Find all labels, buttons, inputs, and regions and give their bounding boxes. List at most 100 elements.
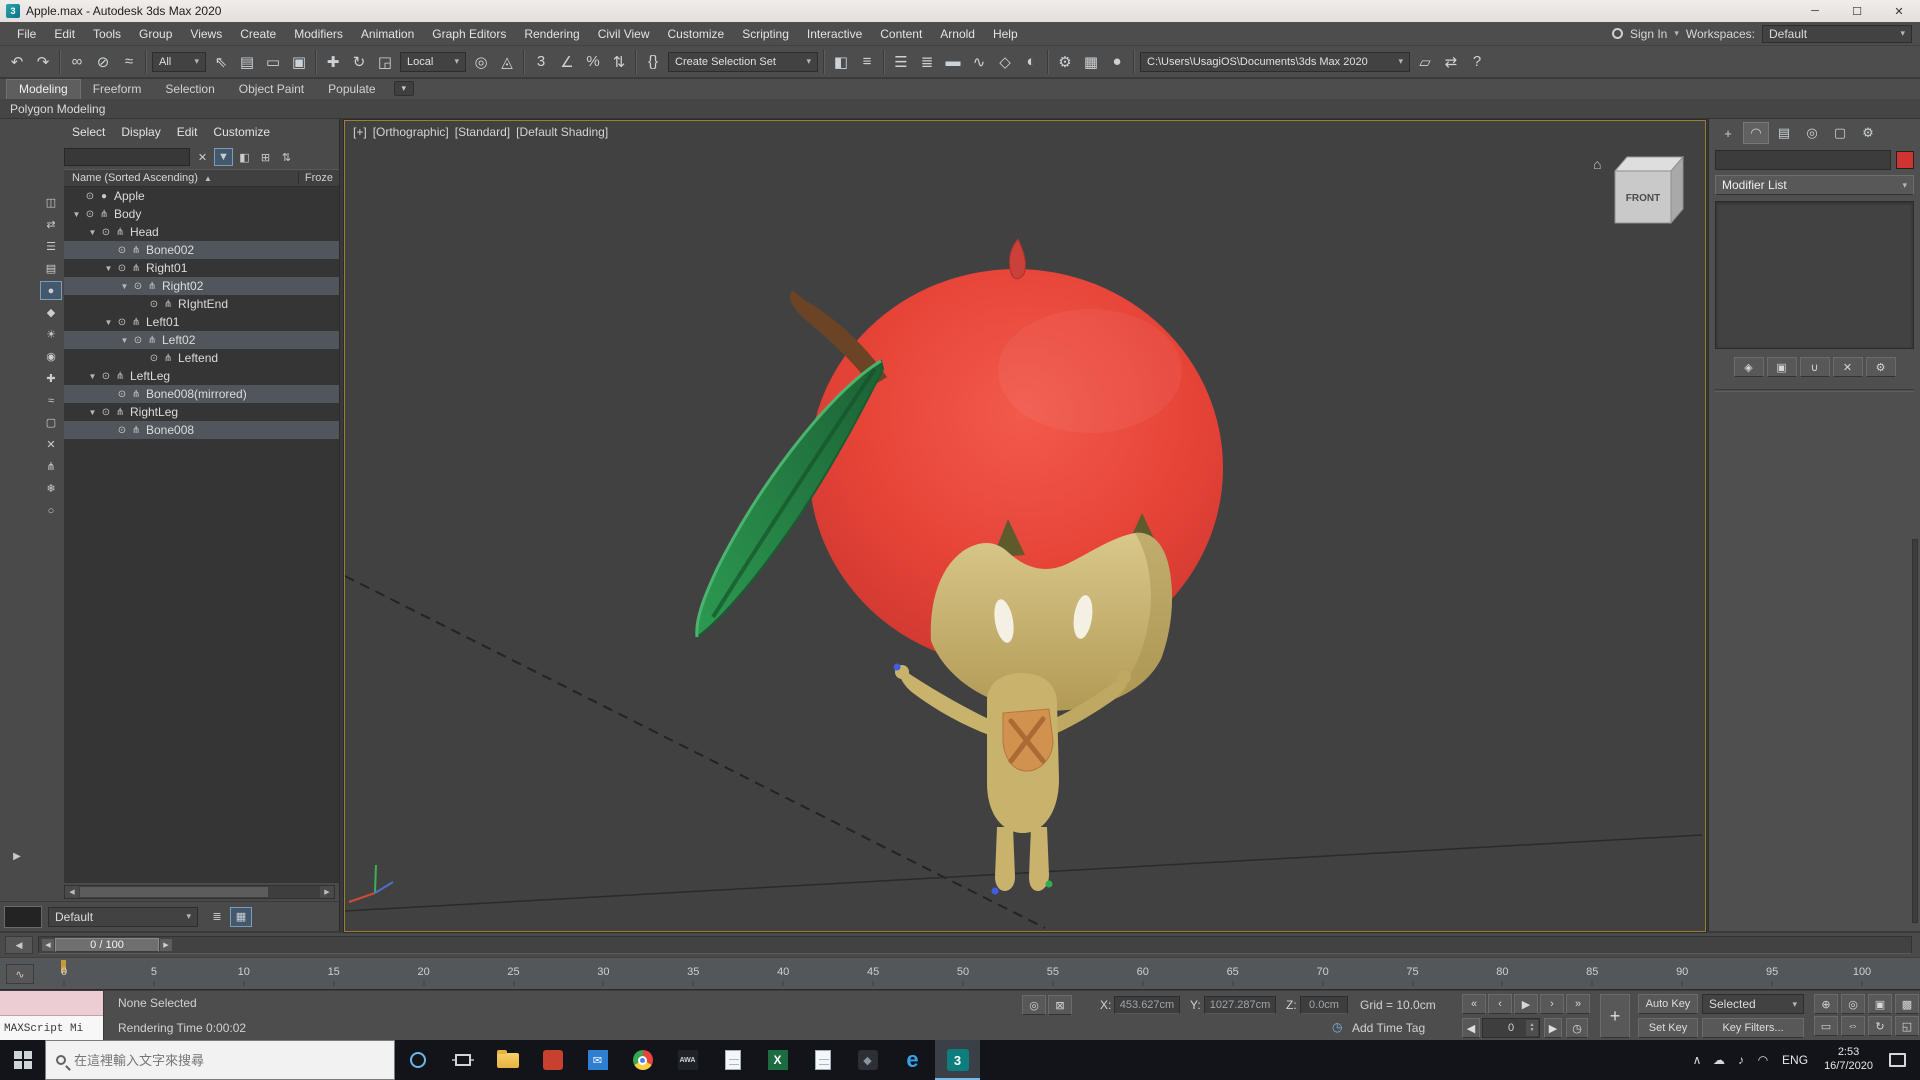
close-button[interactable]: ✕: [1878, 0, 1920, 22]
zoom-icon[interactable]: ⊕: [1814, 994, 1838, 1014]
frame-tick-90[interactable]: 90: [1676, 966, 1688, 978]
polygon-modeling-label[interactable]: Polygon Modeling: [10, 102, 105, 116]
tree-row-body[interactable]: ▼⊙⋔Body: [64, 205, 339, 223]
expand-arrow-icon[interactable]: ▼: [86, 372, 99, 381]
track-bar[interactable]: ∿ 05101520253035404550556065707580859095…: [0, 957, 1920, 990]
frame-tick-50[interactable]: 50: [957, 966, 969, 978]
spinner-snap-icon[interactable]: ⇅: [606, 49, 632, 75]
cortana-button[interactable]: [395, 1040, 440, 1080]
taskbar-clock[interactable]: 2:53 16/7/2020: [1816, 1046, 1881, 1074]
make-unique-icon[interactable]: ∪: [1800, 357, 1830, 377]
ribbon-tab-object-paint[interactable]: Object Paint: [227, 80, 316, 99]
go-to-start-button[interactable]: «: [1462, 994, 1486, 1014]
asset-tracking-icon[interactable]: ▱: [1412, 49, 1438, 75]
curve-editor-icon[interactable]: ∿: [966, 49, 992, 75]
orbit-icon[interactable]: ↻: [1868, 1016, 1892, 1036]
expand-arrow-icon[interactable]: ▼: [102, 318, 115, 327]
display-lights-icon[interactable]: ☀: [40, 325, 62, 344]
explorer-menu-select[interactable]: Select: [64, 125, 113, 139]
excel-icon[interactable]: X: [755, 1040, 800, 1080]
mirror-icon[interactable]: ◧: [828, 49, 854, 75]
taskbar-search[interactable]: [45, 1040, 395, 1080]
visibility-icon[interactable]: ⊙: [131, 335, 145, 346]
display-tab[interactable]: ▢: [1827, 122, 1853, 144]
mini-curve-editor-button[interactable]: ∿: [6, 964, 34, 984]
remove-modifier-icon[interactable]: ✕: [1833, 357, 1863, 377]
undo-icon[interactable]: ↶: [4, 49, 30, 75]
frame-tick-75[interactable]: 75: [1406, 966, 1418, 978]
z-coord-field[interactable]: 0.0cm: [1300, 996, 1348, 1014]
selection-lock-toggle-icon[interactable]: ⊠: [1048, 995, 1072, 1015]
explorer-menu-display[interactable]: Display: [113, 125, 168, 139]
maxscript-listener-line[interactable]: MAXScript Mi: [0, 1016, 103, 1041]
menu-tools[interactable]: Tools: [84, 27, 130, 41]
frame-tick-70[interactable]: 70: [1316, 966, 1328, 978]
apple-character-model[interactable]: [697, 239, 1223, 895]
rendered-frame-window-icon[interactable]: ▦: [1078, 49, 1104, 75]
3dsmax-icon[interactable]: 3: [935, 1040, 980, 1080]
menu-group[interactable]: Group: [130, 27, 181, 41]
tree-row-apple[interactable]: ⊙●Apple: [64, 187, 339, 205]
project-folder-dropdown[interactable]: C:\Users\UsagiOS\Documents\3ds Max 2020▾: [1140, 52, 1410, 72]
rectangular-selection-region-icon[interactable]: ▭: [260, 49, 286, 75]
isolate-selection-toggle-icon[interactable]: ◎: [1022, 995, 1046, 1015]
frozen-column-header[interactable]: Froze: [298, 172, 339, 184]
next-key-button[interactable]: ▶: [1544, 1018, 1562, 1038]
menu-scripting[interactable]: Scripting: [733, 27, 798, 41]
ribbon-tab-populate[interactable]: Populate: [316, 80, 387, 99]
motion-tab[interactable]: ◎: [1799, 122, 1825, 144]
expand-arrow-icon[interactable]: ▼: [118, 282, 131, 291]
render-production-icon[interactable]: ●: [1104, 49, 1130, 75]
time-slider-track[interactable]: ◀ 0 / 100 ▶: [38, 936, 1912, 954]
use-pivot-point-icon[interactable]: ◎: [468, 49, 494, 75]
time-slider-handle[interactable]: ◀ 0 / 100 ▶: [41, 938, 173, 952]
onedrive-cloud-icon[interactable]: ☁: [1708, 1053, 1730, 1067]
display-helpers-icon[interactable]: ✚: [40, 369, 62, 388]
expand-arrow-icon[interactable]: ▼: [102, 264, 115, 273]
command-panel-scrollbar[interactable]: [1912, 539, 1918, 923]
menu-modifiers[interactable]: Modifiers: [285, 27, 352, 41]
align-icon[interactable]: ≡: [854, 49, 880, 75]
key-filters-button[interactable]: Key Filters...: [1702, 1018, 1804, 1038]
hierarchy-tab[interactable]: ▤: [1771, 122, 1797, 144]
photos-app-icon[interactable]: [530, 1040, 575, 1080]
help-icon[interactable]: ?: [1464, 49, 1490, 75]
frame-tick-80[interactable]: 80: [1496, 966, 1508, 978]
sync-selection-icon[interactable]: ⇅: [277, 148, 296, 166]
menu-rendering[interactable]: Rendering: [515, 27, 588, 41]
add-time-tag[interactable]: Add Time Tag: [1352, 1021, 1425, 1035]
menu-file[interactable]: File: [8, 27, 45, 41]
name-column-header[interactable]: Name (Sorted Ascending): [72, 172, 198, 184]
visibility-icon[interactable]: ⊙: [131, 281, 145, 292]
frame-tick-20[interactable]: 20: [417, 966, 429, 978]
tree-row-right02[interactable]: ▼⊙⋔Right02: [64, 277, 339, 295]
configure-modifier-sets-icon[interactable]: ⚙: [1866, 357, 1896, 377]
right-leg[interactable]: [1029, 827, 1049, 891]
action-center-icon[interactable]: [1889, 1053, 1906, 1067]
percent-snap-icon[interactable]: %: [580, 49, 606, 75]
zoom-all-icon[interactable]: ◎: [1841, 994, 1865, 1014]
frame-tick-65[interactable]: 65: [1227, 966, 1239, 978]
set-key-button[interactable]: Set Key: [1638, 1018, 1698, 1038]
reference-coordinate-dropdown[interactable]: Local▾: [400, 52, 466, 72]
ribbon-tab-freeform[interactable]: Freeform: [81, 80, 154, 99]
data-exchange-icon[interactable]: ⇄: [1438, 49, 1464, 75]
pick-parent-icon[interactable]: ⊞: [256, 148, 275, 166]
viewcube-front-label[interactable]: FRONT: [1626, 193, 1660, 204]
tree-row-rightleg[interactable]: ▼⊙⋔RightLeg: [64, 403, 339, 421]
viewport-shading-menu[interactable]: [Default Shading]: [516, 125, 608, 139]
tree-row-bone008-mirrored[interactable]: ⊙⋔Bone008(mirrored): [64, 385, 339, 403]
menu-help[interactable]: Help: [984, 27, 1027, 41]
frame-tick-85[interactable]: 85: [1586, 966, 1598, 978]
hidden-icons-chevron-icon[interactable]: ∧: [1686, 1053, 1708, 1067]
frame-tick-0[interactable]: 0: [61, 966, 67, 978]
visibility-icon[interactable]: ⊙: [115, 245, 129, 256]
menu-interactive[interactable]: Interactive: [798, 27, 871, 41]
tree-row-bone002[interactable]: ⊙⋔Bone002: [64, 241, 339, 259]
maximize-button[interactable]: ☐: [1836, 0, 1878, 22]
explorer-menu-edit[interactable]: Edit: [169, 125, 206, 139]
snaps-toggle-icon[interactable]: 3: [528, 49, 554, 75]
left-leg[interactable]: [995, 827, 1015, 891]
tree-row-bone008[interactable]: ⊙⋔Bone008: [64, 421, 339, 439]
menu-arnold[interactable]: Arnold: [931, 27, 984, 41]
